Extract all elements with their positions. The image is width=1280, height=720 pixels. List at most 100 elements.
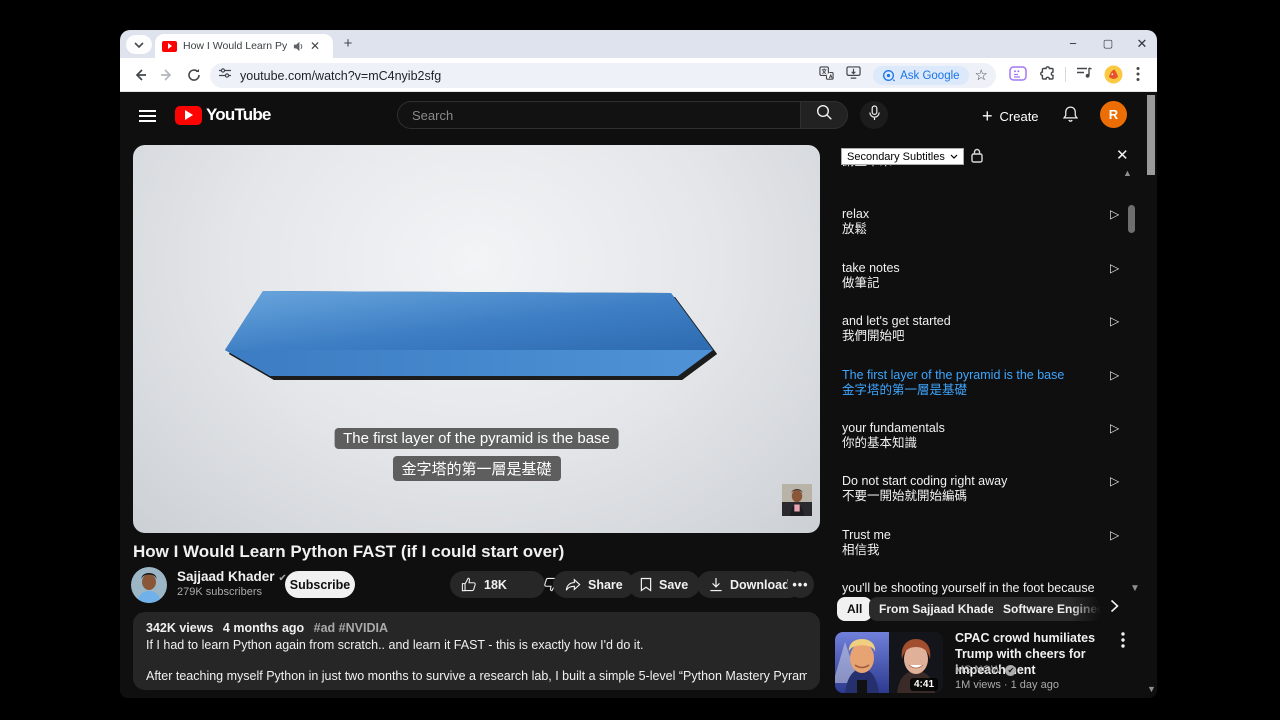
transcript-row[interactable]: take notes 做筆記 ▷ bbox=[842, 261, 1142, 291]
scroll-up-icon[interactable]: ▲ bbox=[1123, 168, 1132, 178]
description-meta-line: 342K views 4 months ago #ad #NVIDIA bbox=[146, 621, 807, 635]
ask-google-label: Ask Google bbox=[900, 70, 959, 82]
recommended-menu-icon[interactable] bbox=[1121, 632, 1125, 653]
play-row-icon[interactable]: ▷ bbox=[1110, 314, 1119, 328]
search-input[interactable]: Search bbox=[397, 101, 800, 129]
transcript-text-zh: 放鬆 bbox=[842, 222, 1142, 237]
notifications-bell-icon[interactable] bbox=[1061, 105, 1080, 129]
transcript-text-en: you'll be shooting yourself in the foot … bbox=[842, 581, 1142, 596]
transcript-text-en: your fundamentals bbox=[842, 421, 1142, 436]
page-scrollbar-thumb[interactable] bbox=[1147, 95, 1155, 175]
play-row-icon[interactable]: ▷ bbox=[1110, 474, 1119, 488]
voice-search-button[interactable] bbox=[860, 101, 888, 129]
translate-icon[interactable] bbox=[819, 66, 834, 86]
reload-button[interactable] bbox=[186, 67, 202, 83]
tab-close-icon[interactable]: ✕ bbox=[310, 39, 320, 53]
window-close-button[interactable]: ✕ bbox=[1131, 34, 1153, 54]
more-actions-button[interactable]: ••• bbox=[787, 571, 814, 598]
share-button[interactable]: Share bbox=[553, 571, 635, 598]
recommended-channel[interactable]: MS NOW ✔ bbox=[955, 664, 1016, 676]
transcript-text-en: and let's get started bbox=[842, 314, 1142, 329]
install-icon[interactable] bbox=[846, 66, 861, 85]
play-row-icon[interactable]: ▷ bbox=[1110, 528, 1119, 542]
chip-label: From Sajjaad Khader bbox=[879, 602, 999, 616]
subscribe-button[interactable]: Subscribe bbox=[285, 571, 355, 598]
transcript-text-zh: 我們開始吧 bbox=[842, 329, 1142, 344]
chip-label: All bbox=[847, 602, 862, 616]
avatar-initial: R bbox=[1109, 107, 1118, 122]
hashtags[interactable]: #ad #NVIDIA bbox=[314, 621, 388, 635]
site-info-icon[interactable] bbox=[218, 66, 232, 85]
account-avatar[interactable]: R bbox=[1100, 101, 1127, 128]
video-title: How I Would Learn Python FAST (if I coul… bbox=[133, 542, 564, 562]
youtube-page: YouTube Search + Create R bbox=[120, 92, 1157, 698]
subscribe-label: Subscribe bbox=[290, 578, 350, 592]
media-controls-icon[interactable] bbox=[1076, 66, 1093, 86]
create-button[interactable]: + Create bbox=[982, 106, 1039, 127]
view-count: 342K views bbox=[146, 621, 213, 635]
new-tab-button[interactable]: + bbox=[340, 36, 356, 52]
chips-next-icon[interactable] bbox=[1110, 599, 1119, 618]
forward-button[interactable] bbox=[159, 67, 175, 83]
extensions-icon[interactable] bbox=[1039, 66, 1056, 88]
bookmark-star-icon[interactable]: ☆ bbox=[975, 68, 988, 83]
extension-avatar-icon[interactable] bbox=[1104, 65, 1123, 89]
play-row-icon[interactable]: ▷ bbox=[1110, 207, 1119, 221]
window-minimize-button[interactable]: − bbox=[1062, 34, 1084, 54]
secondary-subtitles-dropdown[interactable]: Secondary Subtitles bbox=[841, 148, 964, 165]
transcript-row[interactable]: Trust me 相信我 ▷ bbox=[842, 528, 1142, 558]
tab-audio-icon[interactable] bbox=[293, 41, 304, 52]
transcript-row[interactable]: your fundamentals 你的基本知識 ▷ bbox=[842, 421, 1142, 451]
download-label: Download bbox=[730, 578, 790, 592]
download-icon bbox=[709, 577, 723, 592]
youtube-wordmark: YouTube bbox=[206, 105, 271, 125]
ask-google-button[interactable]: Ask Google bbox=[873, 66, 968, 85]
browser-tab[interactable]: How I Would Learn Pytho ✕ bbox=[155, 34, 333, 58]
play-row-icon[interactable]: ▷ bbox=[1110, 368, 1119, 382]
upload-date: 4 months ago bbox=[223, 621, 304, 635]
dropdown-chevron-icon bbox=[950, 154, 958, 159]
chip-from-channel[interactable]: From Sajjaad Khader bbox=[869, 597, 1009, 621]
like-button[interactable]: 18K bbox=[450, 571, 518, 598]
play-row-icon[interactable]: ▷ bbox=[1110, 421, 1119, 435]
video-player[interactable]: The first layer of the pyramid is the ba… bbox=[133, 145, 820, 533]
lock-icon bbox=[971, 148, 983, 168]
transcript-row[interactable]: and let's get started 我們開始吧 ▷ bbox=[842, 314, 1142, 344]
pyramid-base-graphic bbox=[223, 283, 723, 393]
window-maximize-button[interactable]: ▢ bbox=[1097, 34, 1119, 54]
thumbs-up-icon bbox=[461, 577, 477, 592]
toolbar-separator bbox=[1065, 67, 1066, 82]
reading-mode-icon[interactable] bbox=[1009, 66, 1027, 87]
url-text[interactable]: youtube.com/watch?v=mC4nyib2sfg bbox=[240, 69, 813, 83]
save-button[interactable]: Save bbox=[628, 571, 700, 598]
transcript-row[interactable]: relax 放鬆 ▷ bbox=[842, 207, 1142, 237]
transcript-text-zh: 做筆記 bbox=[842, 276, 1142, 291]
transcript-row[interactable]: Do not start coding right away 不要一開始就開始編… bbox=[842, 474, 1142, 504]
download-button[interactable]: Download bbox=[697, 571, 802, 598]
chevron-down-icon[interactable]: ▼ bbox=[1130, 583, 1140, 594]
presenter-webcam-overlay bbox=[782, 484, 812, 516]
chip-all[interactable]: All bbox=[837, 597, 872, 621]
back-button[interactable] bbox=[132, 67, 148, 83]
channel-avatar[interactable] bbox=[131, 567, 167, 603]
browser-toolbar: youtube.com/watch?v=mC4nyib2sfg Ask Goog… bbox=[120, 58, 1157, 92]
create-label: Create bbox=[1000, 109, 1039, 124]
description-box[interactable]: 342K views 4 months ago #ad #NVIDIA If I… bbox=[133, 612, 820, 690]
verified-badge-icon: ✔ bbox=[1005, 665, 1016, 676]
browser-menu-icon[interactable] bbox=[1136, 66, 1140, 87]
play-row-icon[interactable]: ▷ bbox=[1110, 261, 1119, 275]
like-dislike-group: 18K bbox=[450, 571, 545, 598]
guide-menu-icon[interactable] bbox=[139, 107, 156, 125]
transcript-scrollbar-thumb[interactable] bbox=[1128, 205, 1135, 233]
search-icon bbox=[816, 104, 833, 126]
channel-name[interactable]: Sajjaad Khader ✔ bbox=[177, 569, 287, 584]
recommended-channel-name: MS NOW bbox=[955, 664, 1001, 676]
description-line1: If I had to learn Python again from scra… bbox=[146, 638, 807, 652]
close-panel-icon[interactable]: ✕ bbox=[1116, 146, 1129, 164]
address-bar[interactable]: youtube.com/watch?v=mC4nyib2sfg Ask Goog… bbox=[210, 63, 996, 88]
scroll-down-icon[interactable]: ▼ bbox=[1147, 684, 1156, 694]
youtube-logo[interactable]: YouTube bbox=[175, 105, 271, 125]
search-button[interactable] bbox=[800, 101, 848, 129]
transcript-row-active[interactable]: The first layer of the pyramid is the ba… bbox=[842, 368, 1142, 398]
tab-search-button[interactable] bbox=[126, 35, 152, 54]
